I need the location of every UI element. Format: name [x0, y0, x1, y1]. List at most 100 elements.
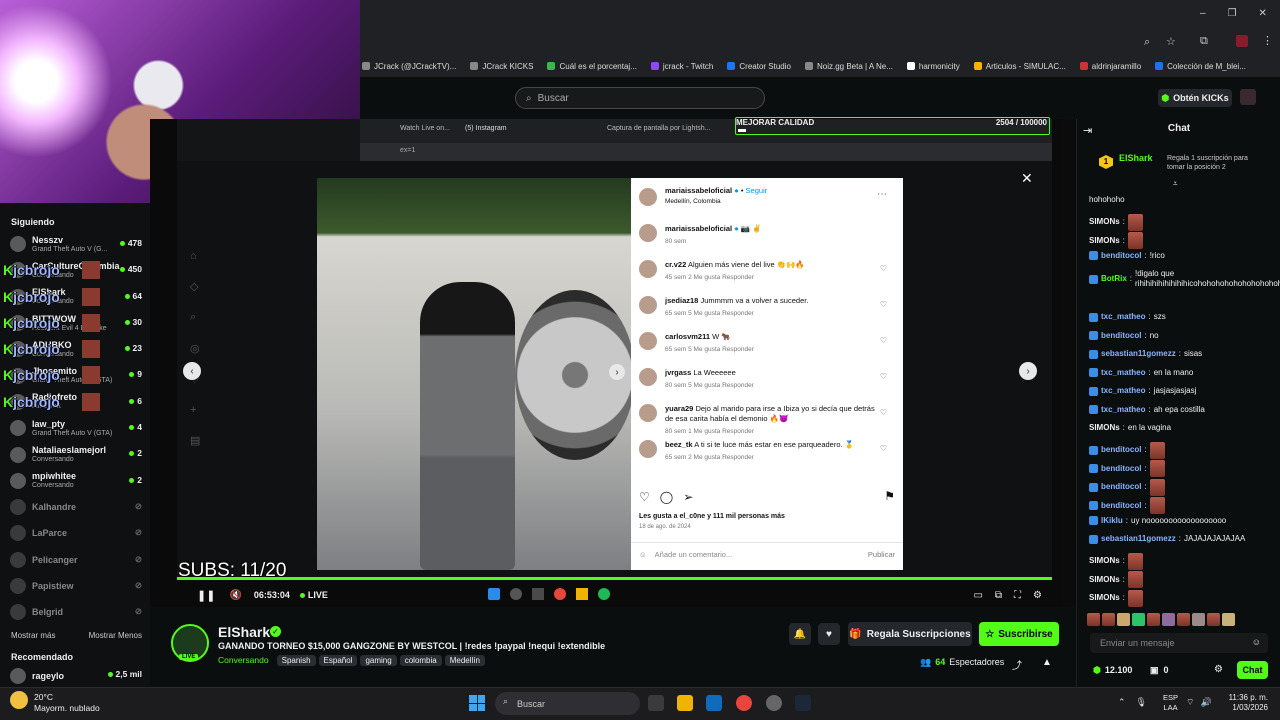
browser-menu-icon[interactable]: ⋮	[1262, 34, 1273, 47]
tag[interactable]: Medellín	[444, 655, 485, 666]
maximize-icon[interactable]: ❐	[1228, 8, 1237, 19]
recommended-channel[interactable]: rageylo 2,5 mil	[0, 666, 150, 686]
explore-icon[interactable]: ◇	[190, 280, 204, 293]
chat-settings-icon[interactable]: ⚙	[1214, 664, 1223, 675]
obs-icon[interactable]	[766, 695, 782, 711]
chat-send-button[interactable]: Chat	[1237, 661, 1268, 679]
search-input[interactable]: ⌕ Buscar	[515, 87, 765, 109]
comment-icon[interactable]: ◯	[660, 490, 673, 504]
tray-icons[interactable]: ⌔ 🔊	[1186, 697, 1212, 708]
more-options-icon[interactable]: ⋯	[877, 189, 887, 200]
avatar[interactable]	[639, 224, 657, 242]
steam-icon[interactable]	[795, 695, 811, 711]
bookmark[interactable]: jcrack - Twitch	[650, 62, 713, 71]
avatar[interactable]	[639, 368, 657, 386]
sidebar-channel[interactable]: Papistiew ⊘	[0, 573, 150, 599]
tag[interactable]: colombia	[399, 655, 442, 666]
sidebar-channel[interactable]: ADUBKO Conversando 23 Kjcbrojo	[0, 336, 150, 362]
zoom-icon[interactable]: ⌕	[1144, 36, 1150, 49]
mute-icon[interactable]: 🔇	[229, 590, 241, 601]
share-icon[interactable]: ➢	[683, 490, 693, 504]
emote[interactable]	[1177, 613, 1190, 626]
leaderboard-user[interactable]: ElShark	[1119, 153, 1153, 163]
avatar[interactable]	[639, 404, 657, 422]
emote[interactable]	[1087, 613, 1100, 626]
kicks-balance[interactable]: ⬢ 12.100	[1093, 665, 1132, 676]
emote[interactable]	[1132, 613, 1145, 626]
sidebar-channel[interactable]: Belgrid ⊘	[0, 599, 150, 625]
emote[interactable]	[1207, 613, 1220, 626]
bookmark[interactable]: Noiz.gg Beta | A Ne...	[804, 62, 893, 71]
clip-icon[interactable]: ⧉	[995, 590, 1002, 601]
system-tray[interactable]: ⌃ 🎙	[1118, 697, 1147, 708]
create-icon[interactable]: +	[190, 404, 204, 416]
taskbar-search[interactable]: ⌕ Buscar	[495, 692, 640, 715]
bookmark[interactable]: aldrinjaramillo	[1079, 62, 1141, 71]
pause-icon[interactable]: ❚❚	[197, 589, 215, 602]
bookmark[interactable]: harmonicity	[906, 62, 960, 71]
fullscreen-icon[interactable]: ⛶	[1014, 590, 1021, 601]
bookmark-icon[interactable]: ⚑	[884, 489, 895, 503]
sidebar-channel[interactable]: Nesszv Grand Theft Auto V (G... 478	[0, 231, 150, 257]
language-indicator[interactable]: ESP LAA	[1163, 693, 1178, 713]
file-explorer-icon[interactable]	[677, 695, 693, 711]
home-icon[interactable]: ⌂	[190, 250, 204, 262]
add-comment-input[interactable]: ☺ Añade un comentario...	[639, 550, 732, 559]
like-comment-icon[interactable]: ♡	[880, 372, 887, 381]
subscribe-button[interactable]: ☆ Suscribirse	[979, 622, 1059, 646]
wifi-icon[interactable]: ⌔	[1186, 697, 1194, 708]
profile-icon[interactable]	[1236, 35, 1248, 47]
settings-icon[interactable]: ⚙	[1033, 590, 1042, 601]
report-icon[interactable]: ▲	[1042, 657, 1052, 668]
tag[interactable]: Spanish	[276, 655, 316, 666]
like-comment-icon[interactable]: ♡	[880, 300, 887, 309]
clock[interactable]: 11:36 p. m. 1/03/2026	[1220, 693, 1268, 713]
likes-text[interactable]: Les gusta a el_c0ne y 111 mil personas m…	[639, 513, 785, 520]
show-more-link[interactable]: Mostrar más	[11, 631, 55, 640]
sidebar-channel[interactable]: mpiwhitee Conversando 2	[0, 468, 150, 494]
gift-subs-button[interactable]: 🎁 Regala Suscripciones	[848, 622, 972, 646]
emote[interactable]	[1192, 613, 1205, 626]
previous-post-button[interactable]: ‹	[183, 362, 201, 380]
bookmark[interactable]: JCrack KICKS	[470, 62, 533, 71]
category-link[interactable]: Conversando	[218, 655, 269, 665]
bookmark[interactable]: Cuál es el porcentaj...	[547, 62, 637, 71]
start-icon[interactable]	[469, 695, 485, 711]
search-icon[interactable]: ⌕	[190, 311, 204, 324]
tag[interactable]: Español	[318, 655, 358, 666]
get-kicks-button[interactable]: ⬢ Obtén KICKs	[1158, 89, 1232, 107]
chevron-down-icon[interactable]: ⩡	[1173, 179, 1178, 189]
show-less-link[interactable]: Mostrar Menos	[89, 631, 142, 640]
bookmark[interactable]: Articulos - SIMULAC...	[973, 62, 1066, 71]
chat-input[interactable]: Enviar un mensaje ☺	[1090, 633, 1268, 653]
weather-widget[interactable]: 20°C Mayorm. nublado	[34, 692, 100, 714]
follow-link[interactable]: Seguir	[746, 186, 768, 195]
emote[interactable]	[1222, 613, 1235, 626]
notifications-button[interactable]: 🔔	[789, 623, 811, 645]
player-progress-bar[interactable]	[177, 577, 1052, 580]
avatar[interactable]	[639, 296, 657, 314]
reels-icon[interactable]: ▤	[190, 434, 204, 447]
like-comment-icon[interactable]: ♡	[880, 264, 887, 273]
sidebar-channel[interactable]: CarCultureColombia Conversando 450 Kjcbrojo	[0, 257, 150, 283]
star-icon[interactable]: ☆	[1166, 35, 1176, 48]
volume-icon[interactable]: 🔊	[1200, 697, 1211, 708]
sidebar-channel[interactable]: BITTWOW Resident Evil 4 Remake 30 Kjcbrojo	[0, 310, 150, 336]
like-comment-icon[interactable]: ♡	[880, 444, 887, 453]
bookmark[interactable]: Creator Studio	[727, 62, 791, 71]
sidebar-channel[interactable]: Jhosemito Grand Theft Auto V (GTA) 9 Kjcbro…	[0, 362, 150, 388]
emoji-icon[interactable]: ☺	[639, 550, 647, 559]
emoji-icon[interactable]: ☺	[1252, 637, 1261, 647]
tag[interactable]: gaming	[360, 655, 397, 666]
sidebar-channel[interactable]: Nataliaeslamejorl Conversando 2	[0, 441, 150, 467]
user-avatar[interactable]	[1240, 89, 1256, 105]
outlook-icon[interactable]	[706, 695, 722, 711]
next-post-button[interactable]: ›	[1019, 362, 1037, 380]
sidebar-channel[interactable]: ElShark Conversando 64 Kjcbrojo	[0, 284, 150, 310]
emote[interactable]	[1147, 613, 1160, 626]
bookmark[interactable]: JCrack (@JCrackTV)...	[362, 62, 456, 71]
emote[interactable]	[1117, 613, 1130, 626]
close-window-icon[interactable]: ✕	[1259, 8, 1267, 19]
bookmark[interactable]: Colección de M_blei...	[1155, 62, 1246, 71]
sidebar-channel[interactable]: Radiofreto Minecraft 6 Kjcbrojo	[0, 389, 150, 415]
